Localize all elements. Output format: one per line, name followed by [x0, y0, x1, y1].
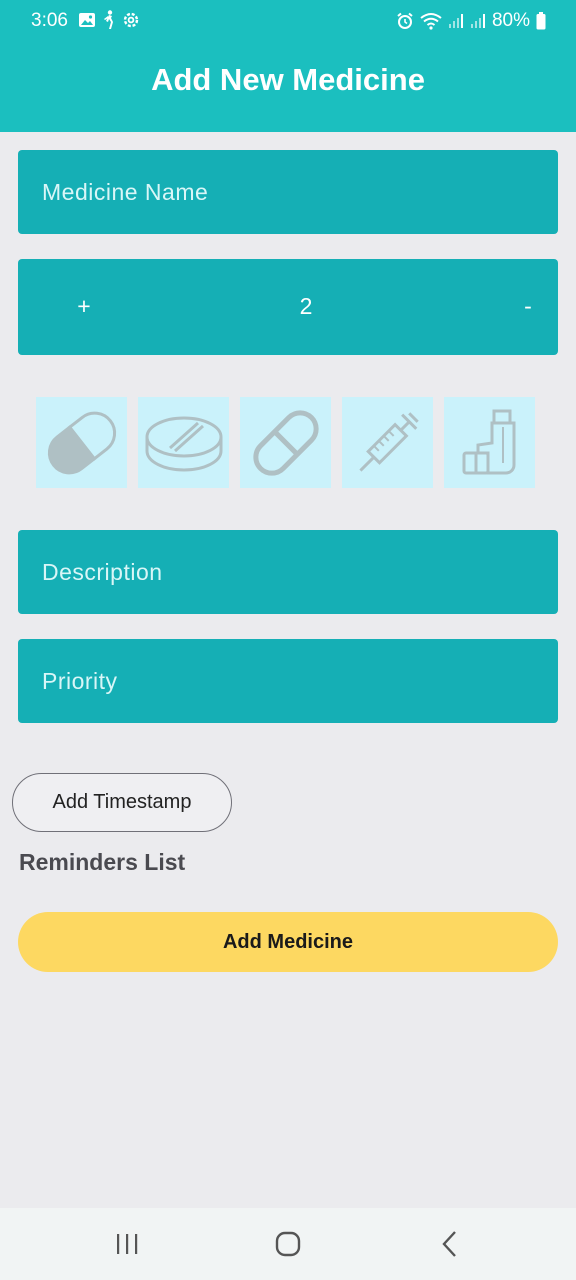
status-time: 3:06 — [31, 10, 68, 31]
priority-placeholder: Priority — [42, 667, 118, 694]
description-placeholder: Description — [42, 558, 163, 585]
back-button[interactable] — [434, 1228, 466, 1260]
medicine-name-placeholder: Medicine Name — [42, 178, 209, 205]
tablet-icon — [145, 416, 222, 471]
home-icon — [275, 1231, 301, 1257]
type-pill[interactable] — [240, 397, 331, 488]
back-icon — [442, 1231, 456, 1257]
syringe-icon — [358, 411, 419, 472]
page-title: Add New Medicine — [151, 62, 425, 97]
status-bar: 3:06 80% — [0, 0, 576, 44]
dosage-stepper: + 2 - — [18, 259, 558, 355]
decrement-button[interactable]: - — [520, 293, 536, 320]
add-timestamp-button[interactable]: Add Timestamp — [12, 773, 232, 832]
medicine-name-field[interactable]: Medicine Name — [18, 150, 558, 234]
wifi-icon — [420, 13, 442, 30]
settings-icon — [123, 12, 139, 28]
recents-icon — [117, 1234, 138, 1254]
battery-percent: 80% — [491, 10, 530, 31]
app-header: 3:06 80% Add New Medicine — [0, 0, 576, 132]
dosage-count: 2 — [299, 293, 313, 319]
pill-icon — [252, 409, 319, 476]
priority-field[interactable]: Priority — [18, 639, 558, 723]
battery-icon — [536, 12, 546, 30]
gallery-icon — [79, 13, 95, 27]
walk-icon — [104, 10, 113, 29]
increment-button[interactable]: + — [76, 293, 92, 320]
status-right: 80% — [396, 10, 546, 32]
type-tablet[interactable] — [138, 397, 229, 488]
type-inhaler[interactable] — [444, 397, 535, 488]
medicine-type-selector — [36, 397, 540, 489]
status-left-icons — [78, 10, 140, 30]
description-field[interactable]: Description — [18, 530, 558, 614]
type-syringe[interactable] — [342, 397, 433, 488]
home-button[interactable] — [272, 1228, 304, 1260]
add-medicine-button[interactable]: Add Medicine — [18, 912, 558, 972]
navigation-bar — [0, 1208, 576, 1280]
reminders-list-label: Reminders List — [19, 849, 186, 875]
signal-icon — [448, 14, 463, 28]
signal-icon — [470, 14, 485, 28]
capsule-icon — [47, 411, 116, 474]
alarm-icon — [397, 12, 413, 29]
inhaler-icon — [462, 409, 515, 474]
type-capsule[interactable] — [36, 397, 127, 488]
recents-button[interactable] — [110, 1228, 144, 1260]
